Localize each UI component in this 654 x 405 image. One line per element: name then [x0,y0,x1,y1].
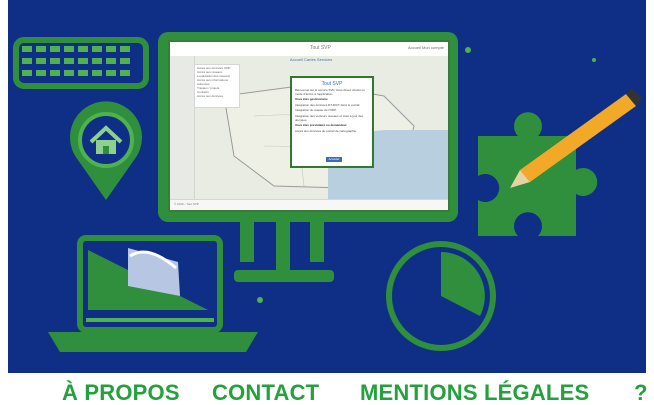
dialog-line: Intégration des données DT-DICT dans le … [295,102,361,107]
dialog-section-title: Vous êtes gestionnaire [295,97,328,102]
keyboard-icon [13,37,149,89]
app-header-links: Accueil Mon compte [407,45,444,50]
laptop-icon [48,235,258,352]
app-logo: Tout SVP [310,45,331,51]
nav-contact-link[interactable]: CONTACT [212,381,319,405]
app-screenshot: Tout SVP Accueil Mon compte Accès aux do… [168,40,450,212]
app-status-bar: © 2016 - Tout SVP [170,199,448,210]
nav-about-link[interactable]: À PROPOS [62,381,180,405]
location-pin-icon [70,101,142,200]
app-left-toolbar [170,56,195,200]
dialog-intro: Bienvenue sur le service SVP. Vous devez… [295,88,365,96]
nav-legal-link[interactable]: MENTIONS LÉGALES [360,381,589,405]
dialog-section-title: Vous êtes prestataire ou demandeur [295,123,347,128]
app-header: Tout SVP Accueil Mon compte [170,42,448,57]
dialog-access-button: Accéder [326,157,342,162]
footer-nav: À PROPOS CONTACT MENTIONS LÉGALES ? [0,373,654,405]
dialog-logo: Tout SVP [321,81,343,87]
app-tabs: Accueil Cartes Services [290,57,333,62]
illustration-banner: Tout SVP Accueil Mon compte Accès aux do… [0,0,654,373]
app-side-menu: Accès aux données ODP Accès aux réseaux … [194,64,240,108]
nav-help-link[interactable]: ? [634,381,648,405]
pie-chart-icon [386,241,496,351]
dialog-line: Intégration du réseau de l'ODP. [295,108,337,113]
dialog-line: Intégration des vecteurs reseaux et mise… [295,113,364,122]
welcome-dialog: Tout SVP Bienvenue sur le service SVP. V… [290,76,374,168]
dialog-line: Accès aux données du portail de cartogra… [295,128,357,133]
menu-item: Accès aux données [197,94,224,98]
